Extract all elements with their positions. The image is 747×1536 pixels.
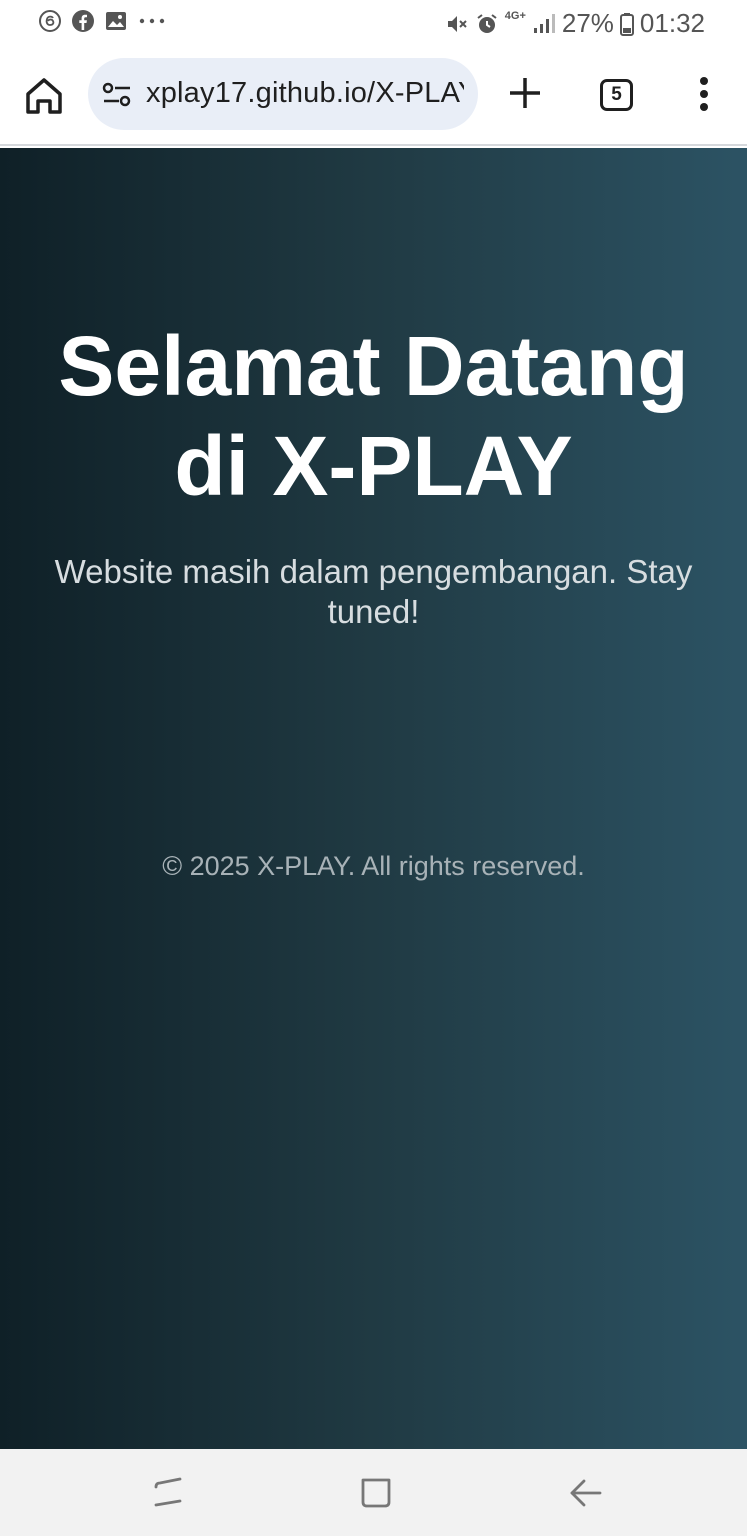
- mute-icon: [447, 15, 467, 32]
- page-subtitle: Website masih dalam pengembangan. Stay t…: [54, 553, 693, 630]
- system-navigation-bar: [0, 1449, 747, 1536]
- overflow-menu-button[interactable]: [690, 74, 718, 114]
- gallery-icon: [106, 12, 126, 30]
- battery-icon: [619, 12, 634, 36]
- alarm-icon: [477, 13, 497, 33]
- facebook-icon: [72, 10, 94, 32]
- battery-percent: 27%: [561, 8, 614, 38]
- more-dots-icon: [139, 18, 165, 24]
- site-settings-icon[interactable]: [102, 81, 132, 109]
- notification-icons: [38, 9, 167, 33]
- web-page: Selamat Datang di X-PLAY Website masih d…: [0, 148, 747, 1449]
- home-button[interactable]: [22, 74, 66, 118]
- threads-icon: [39, 10, 61, 32]
- tab-switcher-button[interactable]: 5: [600, 79, 633, 111]
- status-bar: 4G+ 27% 01:32: [0, 0, 747, 46]
- page-footer: © 2025 X-PLAY. All rights reserved.: [162, 851, 585, 881]
- back-icon[interactable]: [568, 1475, 604, 1511]
- clock: 01:32: [639, 8, 705, 38]
- page-title: Selamat Datang di X-PLAY: [58, 319, 689, 513]
- new-tab-button[interactable]: [506, 74, 544, 112]
- address-bar[interactable]: xplay17.github.io/X-PLAY: [88, 58, 478, 130]
- signal-icon: [533, 13, 555, 33]
- 4g-plus-icon: 4G+: [504, 10, 526, 22]
- url-text[interactable]: xplay17.github.io/X-PLAY: [146, 77, 464, 111]
- system-status: 4G+ 27% 01:32: [445, 8, 705, 39]
- recent-apps-icon[interactable]: [150, 1475, 186, 1511]
- browser-toolbar: xplay17.github.io/X-PLAY 5: [0, 46, 747, 146]
- home-icon[interactable]: [358, 1475, 394, 1511]
